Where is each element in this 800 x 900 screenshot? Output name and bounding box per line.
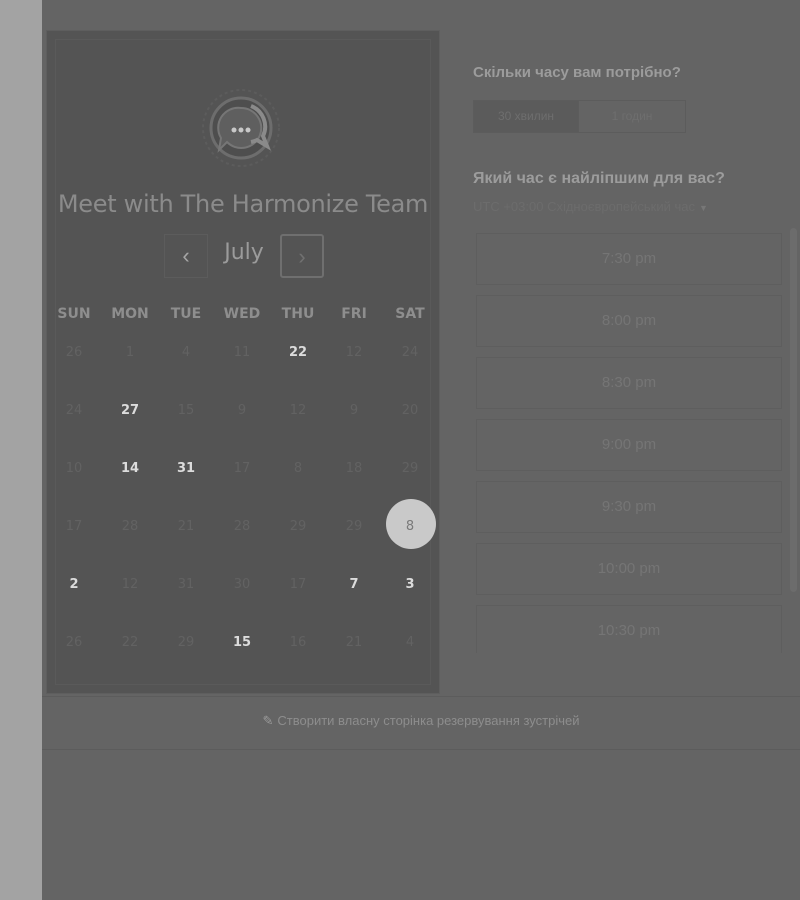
time-slot[interactable]: 8:00 pm bbox=[476, 295, 782, 347]
time-slot-list: 7:30 pm 8:00 pm 8:30 pm 9:00 pm 9:30 pm … bbox=[476, 233, 782, 653]
unavailable-day-cell: 24 bbox=[401, 345, 419, 360]
unavailable-day-cell: 17 bbox=[289, 577, 307, 592]
meeting-title: Meet with The Harmonize Team bbox=[57, 190, 429, 218]
time-slot[interactable]: 9:00 pm bbox=[476, 419, 782, 471]
selected-day-cell[interactable]: 8 bbox=[382, 517, 438, 537]
unavailable-day-cell: 26 bbox=[65, 635, 83, 650]
calendar-week-row: 2 12 31 30 17 7 3 bbox=[46, 575, 440, 605]
unavailable-day-cell: 22 bbox=[121, 635, 139, 650]
unavailable-day-cell: 30 bbox=[233, 577, 251, 592]
calendar-week-row: 24 27 15 9 12 9 20 bbox=[46, 401, 440, 431]
available-day-cell[interactable]: 14 bbox=[102, 459, 158, 479]
calendar-week-row: 17 28 21 28 29 29 8 bbox=[46, 517, 440, 547]
unavailable-day-cell: 10 bbox=[65, 461, 83, 476]
next-month-button[interactable]: › bbox=[280, 234, 324, 278]
duration-selector: 30 хвилин 1 годин bbox=[473, 100, 686, 133]
unavailable-day-cell: 12 bbox=[121, 577, 139, 592]
unavailable-day-cell: 17 bbox=[65, 519, 83, 534]
unavailable-day-cell: 4 bbox=[181, 345, 191, 360]
unavailable-day-cell: 9 bbox=[237, 403, 247, 418]
unavailable-day-cell: 8 bbox=[293, 461, 303, 476]
weekday-tue: TUE bbox=[170, 306, 202, 322]
time-slot-scrollbar[interactable] bbox=[790, 228, 797, 592]
unavailable-day-cell: 16 bbox=[289, 635, 307, 650]
create-booking-page-label: Створити власну сторінка резервування зу… bbox=[277, 713, 580, 728]
time-slot[interactable]: 10:00 pm bbox=[476, 543, 782, 595]
unavailable-day-cell: 31 bbox=[177, 577, 195, 592]
unavailable-day-cell: 26 bbox=[65, 345, 83, 360]
create-booking-page-link[interactable]: ✎ Створити власну сторінка резервування з… bbox=[42, 713, 800, 729]
previous-month-button[interactable]: ‹ bbox=[164, 234, 208, 278]
unavailable-day-cell: 12 bbox=[289, 403, 307, 418]
weekday-sun: SUN bbox=[57, 306, 91, 322]
unavailable-day-cell: 18 bbox=[345, 461, 363, 476]
weekday-header: SUN MON TUE WED THU FRI SAT bbox=[46, 304, 440, 334]
time-slot[interactable]: 7:30 pm bbox=[476, 233, 782, 285]
left-strip bbox=[0, 0, 42, 900]
unavailable-day-cell: 15 bbox=[177, 403, 195, 418]
month-label: July bbox=[224, 240, 264, 265]
duration-30-button[interactable]: 30 хвилин bbox=[474, 101, 579, 132]
unavailable-day-cell: 24 bbox=[65, 403, 83, 418]
duration-question: Скільки часу вам потрібно? bbox=[473, 64, 681, 81]
unavailable-day-cell: 21 bbox=[177, 519, 195, 534]
chat-bubble-logo-icon bbox=[199, 86, 283, 170]
time-slot[interactable]: 8:30 pm bbox=[476, 357, 782, 409]
calendar-week-row: 26 1 4 11 22 12 24 bbox=[46, 343, 440, 373]
unavailable-day-cell: 12 bbox=[345, 345, 363, 360]
unavailable-day-cell: 11 bbox=[233, 345, 251, 360]
available-day-cell[interactable]: 31 bbox=[158, 459, 214, 479]
calendar-week-row: 10 14 31 17 8 18 29 bbox=[46, 459, 440, 489]
unavailable-day-cell: 29 bbox=[401, 461, 419, 476]
month-navigation: ‹ July › bbox=[46, 232, 440, 280]
weekday-thu: THU bbox=[281, 306, 315, 322]
unavailable-day-cell: 29 bbox=[177, 635, 195, 650]
unavailable-day-cell: 29 bbox=[345, 519, 363, 534]
unavailable-day-cell: 28 bbox=[233, 519, 251, 534]
weekday-wed: WED bbox=[223, 306, 261, 322]
unavailable-day-cell: 1 bbox=[125, 345, 135, 360]
calendar-week-row: 26 22 29 15 16 21 4 bbox=[46, 633, 440, 663]
duration-60-button[interactable]: 1 годин bbox=[579, 101, 685, 132]
timezone-selector[interactable]: UTC +03:00 Східноєвропейський час ▼ bbox=[473, 199, 708, 214]
timezone-label: UTC +03:00 Східноєвропейський час bbox=[473, 199, 695, 214]
caret-down-icon: ▼ bbox=[698, 203, 708, 213]
time-slot[interactable]: 10:30 pm bbox=[476, 605, 782, 653]
weekday-sat: SAT bbox=[395, 306, 425, 322]
tools-icon: ✎ bbox=[262, 713, 274, 728]
available-day-cell[interactable]: 3 bbox=[382, 575, 438, 595]
unavailable-day-cell: 20 bbox=[401, 403, 419, 418]
available-day-cell[interactable]: 15 bbox=[214, 633, 270, 653]
time-question: Який час є найліпшим для вас? bbox=[473, 170, 725, 187]
time-slot[interactable]: 9:30 pm bbox=[476, 481, 782, 533]
unavailable-day-cell: 9 bbox=[349, 403, 359, 418]
unavailable-day-cell: 17 bbox=[233, 461, 251, 476]
available-day-cell[interactable]: 27 bbox=[102, 401, 158, 421]
available-day-cell[interactable]: 7 bbox=[326, 575, 382, 595]
weekday-fri: FRI bbox=[341, 306, 367, 322]
unavailable-day-cell: 21 bbox=[345, 635, 363, 650]
unavailable-day-cell: 29 bbox=[289, 519, 307, 534]
available-day-cell[interactable]: 22 bbox=[270, 343, 326, 363]
unavailable-day-cell: 4 bbox=[405, 635, 415, 650]
available-day-cell[interactable]: 2 bbox=[46, 575, 102, 595]
weekday-mon: MON bbox=[111, 306, 149, 322]
footer-bar: ✎ Створити власну сторінка резервування з… bbox=[42, 696, 800, 750]
unavailable-day-cell: 28 bbox=[121, 519, 139, 534]
